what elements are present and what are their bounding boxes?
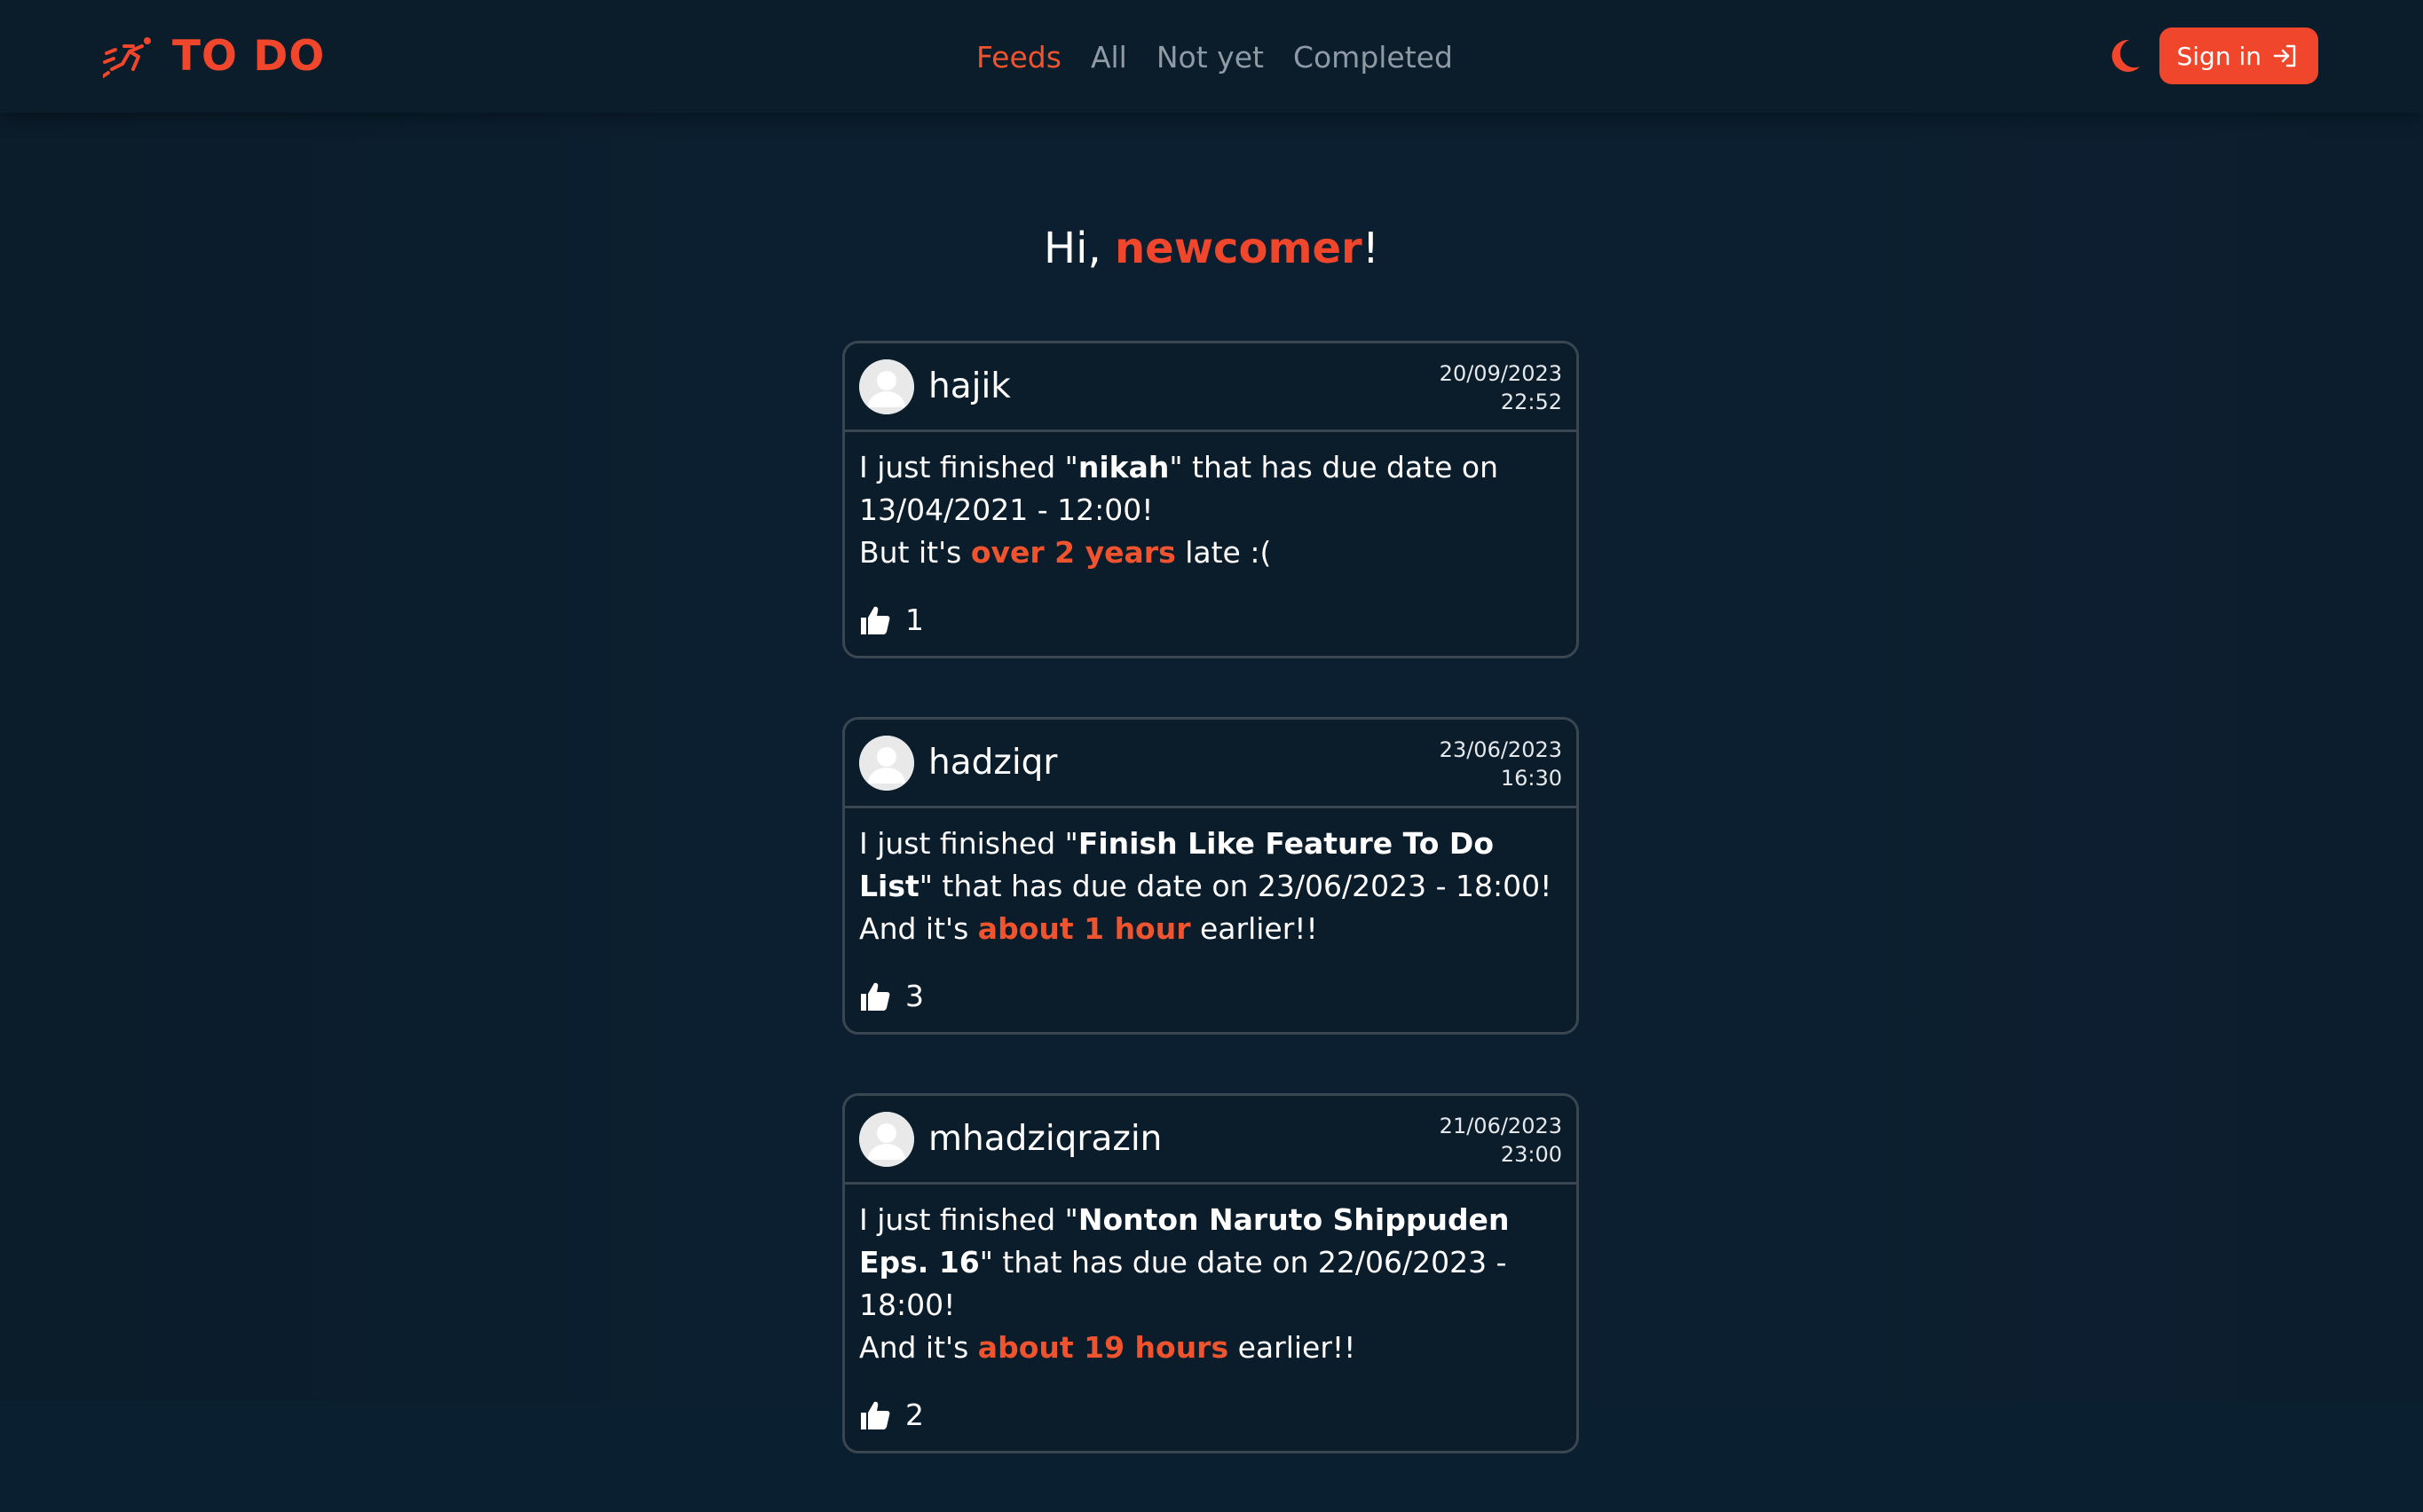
feed-card: hadziqr 23/06/2023 16:30 I just finished… [842,717,1579,1035]
post-prefix: I just finished " [859,1202,1078,1237]
avatar[interactable] [859,735,914,791]
post-relative-suffix: late :( [1175,535,1272,570]
username[interactable]: hajik [928,366,1011,406]
post-timestamp: 23/06/2023 16:30 [1440,736,1562,792]
feed-card: hajik 20/09/2023 22:52 I just finished "… [842,341,1579,658]
running-person-icon [103,37,151,78]
card-body: I just finished "Finish Like Feature To … [845,808,1576,1032]
like-count: 2 [905,1398,924,1432]
post-line-1: I just finished "Finish Like Feature To … [859,823,1562,908]
card-body: I just finished "Nonton Naruto Shippuden… [845,1185,1576,1451]
post-date: 20/09/2023 [1439,361,1562,386]
brand-logo[interactable]: TO DO [103,27,325,85]
like-count: 3 [905,979,924,1013]
thumbs-up-icon [861,606,890,634]
sign-in-button[interactable]: Sign in [2159,28,2318,84]
avatar[interactable] [859,1111,914,1167]
post-relative-time: about 1 hour [977,911,1191,946]
sign-in-label: Sign in [2176,41,2262,71]
feed-list: hajik 20/09/2023 22:52 I just finished "… [842,341,1579,1512]
user-avatar-icon [859,735,914,791]
post-line-1: I just finished "nikah" that has due dat… [859,446,1562,532]
post-date: 23/06/2023 [1439,737,1562,762]
post-line-1: I just finished "Nonton Naruto Shippuden… [859,1199,1562,1327]
card-header: mhadziqrazin 21/06/2023 23:00 [845,1096,1576,1185]
like-button[interactable]: 3 [859,977,1562,1016]
sign-in-icon [2273,44,2296,67]
like-button[interactable]: 1 [859,601,1562,640]
post-line-2: And it's about 19 hours earlier!! [859,1327,1562,1369]
main-nav: Feeds All Not yet Completed [976,32,1453,82]
post-line-2: But it's over 2 years late :( [859,532,1562,574]
post-relative-time: over 2 years [970,535,1176,570]
nav-completed[interactable]: Completed [1293,40,1453,75]
post-date: 21/06/2023 [1439,1114,1562,1138]
post-relative-time: about 19 hours [977,1330,1229,1365]
avatar[interactable] [859,358,914,414]
card-header: hajik 20/09/2023 22:52 [845,343,1576,432]
post-relative-suffix: earlier!! [1228,1330,1356,1365]
post-prefix: I just finished " [859,826,1078,861]
username[interactable]: hadziqr [928,743,1057,783]
post-time: 23:00 [1500,1142,1562,1167]
post-time: 16:30 [1500,766,1562,791]
post-timestamp: 21/06/2023 23:00 [1440,1112,1562,1169]
feed-card: mhadziqrazin 21/06/2023 23:00 I just fin… [842,1093,1579,1453]
card-body: I just finished "nikah" that has due dat… [845,432,1576,656]
greeting: Hi, newcomer! [0,224,2423,273]
like-count: 1 [905,602,924,637]
post-relative-prefix: And it's [859,911,978,946]
post-suffix: " that has due date on 23/06/2023 - 18:0… [919,869,1552,903]
thumbs-up-icon [861,1401,890,1429]
username[interactable]: mhadziqrazin [928,1119,1162,1159]
user-avatar-icon [859,358,914,414]
like-button[interactable]: 2 [859,1396,1562,1435]
card-header: hadziqr 23/06/2023 16:30 [845,720,1576,808]
post-time: 22:52 [1500,390,1562,414]
nav-not-yet[interactable]: Not yet [1156,40,1264,75]
post-relative-prefix: And it's [859,1330,978,1365]
post-relative-prefix: But it's [859,535,971,570]
greeting-suffix: ! [1361,224,1379,273]
nav-feeds[interactable]: Feeds [976,40,1062,75]
user-avatar-icon [859,1111,914,1167]
header-actions: Sign in [2104,28,2318,84]
thumbs-up-icon [861,982,890,1011]
brand-title: TO DO [172,31,326,81]
moon-icon[interactable] [2104,36,2143,75]
post-relative-suffix: earlier!! [1190,911,1318,946]
post-line-2: And it's about 1 hour earlier!! [859,908,1562,950]
post-prefix: I just finished " [859,450,1078,484]
post-task: nikah [1077,450,1170,484]
nav-all[interactable]: All [1091,40,1127,75]
greeting-prefix: Hi, [1044,224,1115,273]
greeting-name: newcomer [1114,224,1362,273]
navbar: TO DO Feeds All Not yet Completed Sign i… [0,0,2423,113]
post-timestamp: 20/09/2023 22:52 [1440,359,1562,416]
